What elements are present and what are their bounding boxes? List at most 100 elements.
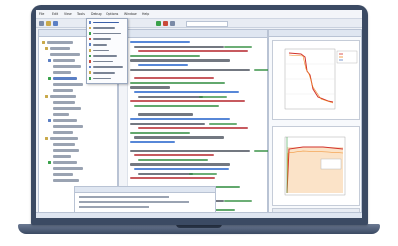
menu-item-icon <box>88 71 91 74</box>
tree-item[interactable] <box>47 41 73 44</box>
menu-file[interactable]: File <box>39 10 44 18</box>
tree-item[interactable] <box>53 143 75 146</box>
code-line <box>134 45 224 48</box>
dropdown-item-line <box>93 77 111 80</box>
code-comment <box>224 45 252 48</box>
tree-item[interactable] <box>50 95 76 98</box>
code-line <box>138 127 248 130</box>
code-line <box>130 122 205 125</box>
tree-item[interactable] <box>53 65 81 68</box>
tree-item[interactable] <box>53 155 71 158</box>
dropdown-item-line <box>93 55 117 57</box>
tree-item[interactable] <box>53 125 83 128</box>
output-header <box>75 187 215 193</box>
tree-item[interactable] <box>53 101 75 104</box>
menu-item-icon <box>88 37 91 41</box>
code-line <box>138 95 203 98</box>
output-line <box>79 206 149 208</box>
code-line <box>130 163 230 166</box>
tree-item[interactable] <box>53 107 81 110</box>
code-line <box>130 41 190 44</box>
tree-item[interactable] <box>53 179 79 182</box>
code-line <box>130 86 170 89</box>
menu-edit[interactable]: Edit <box>52 10 58 18</box>
dropdown-item-line <box>93 43 107 46</box>
code-line <box>130 59 230 62</box>
plot-bottom[interactable] <box>272 126 360 206</box>
tree-item[interactable] <box>53 89 73 92</box>
tree-item-selected[interactable] <box>53 77 77 80</box>
menu-options[interactable]: Options <box>106 10 118 18</box>
tree-item[interactable] <box>50 47 70 50</box>
menu-item-icon <box>88 21 91 24</box>
save-icon[interactable] <box>53 20 58 26</box>
step-icon[interactable] <box>170 20 175 26</box>
code-line <box>138 50 248 53</box>
plot-bottom-legend <box>320 158 342 170</box>
code-comment <box>199 95 227 98</box>
code-line <box>134 91 239 94</box>
code-line <box>138 172 193 175</box>
folder-icon <box>42 41 45 44</box>
plot-panel-header <box>269 30 361 37</box>
tree-item[interactable] <box>53 131 73 134</box>
tree-item[interactable] <box>53 119 77 122</box>
code-line <box>130 54 200 57</box>
folder-icon <box>45 47 48 50</box>
file-icon <box>48 119 51 122</box>
area-fill <box>287 147 343 193</box>
code-line <box>134 136 224 139</box>
folder-icon <box>45 95 48 98</box>
tree-item[interactable] <box>53 173 73 176</box>
file-icon <box>48 59 51 62</box>
code-line <box>138 113 193 116</box>
code-comment <box>189 172 217 175</box>
code-line <box>130 149 250 152</box>
menu-tools[interactable]: Tools <box>77 10 85 18</box>
open-folder-icon[interactable] <box>46 20 51 26</box>
code-line <box>134 168 229 171</box>
menu-item-icon <box>88 60 91 63</box>
code-line <box>138 158 208 161</box>
code-line <box>130 100 245 103</box>
status-bar <box>36 212 362 218</box>
tree-item[interactable] <box>50 53 80 56</box>
stop-icon[interactable] <box>163 20 168 26</box>
menu-item-icon <box>88 43 91 46</box>
code-line <box>134 77 214 80</box>
tree-item[interactable] <box>53 71 71 74</box>
code-line <box>130 131 190 134</box>
menu-window[interactable]: Window <box>124 10 137 18</box>
tree-item[interactable] <box>50 137 78 140</box>
menu-item-icon <box>88 26 91 30</box>
plot-top-canvas <box>284 48 358 110</box>
code-line <box>134 104 219 107</box>
editor-tab[interactable] <box>119 30 267 38</box>
menu-item-icon <box>88 49 91 52</box>
menu-item-icon <box>88 77 91 80</box>
menu-view[interactable]: View <box>64 10 72 18</box>
tree-item[interactable] <box>53 113 69 116</box>
tree-item[interactable] <box>53 83 83 86</box>
menu-help[interactable]: Help <box>142 10 149 18</box>
code-line <box>134 154 214 157</box>
new-file-icon[interactable] <box>39 20 44 26</box>
dropdown-item-line <box>93 60 113 63</box>
menu-debug[interactable]: Debug <box>91 10 101 18</box>
tree-item[interactable] <box>53 167 83 170</box>
code-line <box>138 64 188 67</box>
plot-panel <box>268 29 362 218</box>
dropdown-item-line <box>93 38 111 41</box>
tree-item[interactable] <box>53 161 77 164</box>
plot-top[interactable] <box>272 40 360 120</box>
menu-item-icon <box>88 32 91 35</box>
play-icon[interactable] <box>156 20 161 26</box>
plot-bottom-canvas <box>284 136 346 196</box>
tools-dropdown-menu <box>86 18 128 84</box>
file-icon <box>48 77 51 80</box>
dropdown-item-line <box>93 66 123 69</box>
tree-item[interactable] <box>53 59 75 62</box>
dropdown-item-line <box>93 71 115 74</box>
tree-item[interactable] <box>53 149 79 152</box>
search-input[interactable] <box>186 21 228 27</box>
